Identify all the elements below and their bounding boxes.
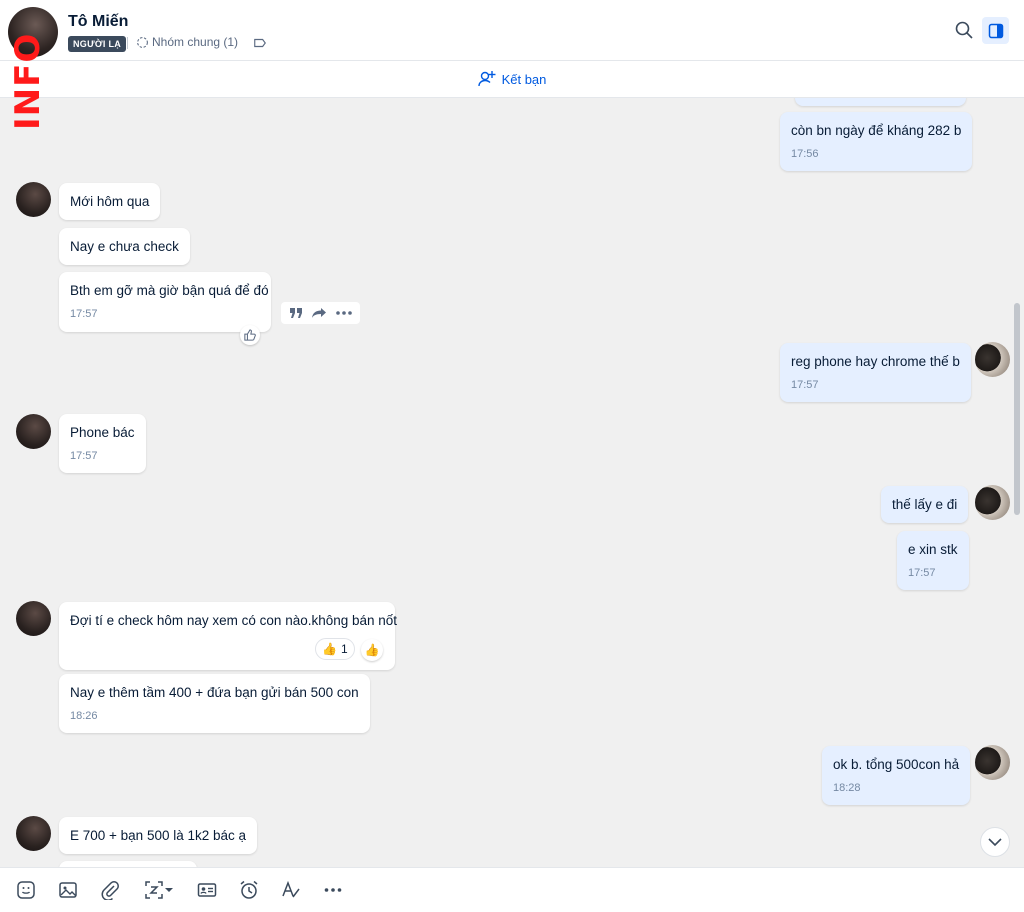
message-text: Nay e chưa check bbox=[70, 239, 179, 254]
message-time: 18:28 bbox=[833, 782, 861, 794]
message-hover-actions bbox=[281, 302, 360, 324]
watermark: INFO bbox=[8, 32, 48, 130]
thumbs-up-emoji-icon: 👍 bbox=[322, 642, 337, 656]
message-bubble-incoming[interactable]: Mới hôm qua bbox=[59, 183, 161, 220]
message-text: Đợi tí e check hôm nay xem có con nào.kh… bbox=[70, 613, 398, 628]
sender-avatar[interactable] bbox=[16, 414, 51, 449]
message-text: còn bn ngày để kháng 282 b bbox=[791, 123, 962, 138]
text-format-icon bbox=[282, 880, 300, 898]
add-friend-label: Kết bạn bbox=[501, 71, 547, 87]
more-options-icon[interactable] bbox=[336, 311, 352, 315]
contact-card-icon bbox=[197, 883, 217, 897]
message-bubble-incoming[interactable]: Nay e thêm tầm 400 + đứa bạn gửi bán 500… bbox=[59, 674, 370, 733]
caret-down-icon bbox=[165, 888, 173, 892]
forward-icon[interactable] bbox=[311, 307, 327, 319]
chevron-down-icon bbox=[988, 837, 1002, 846]
group-icon bbox=[137, 36, 148, 48]
add-friend-icon bbox=[477, 71, 496, 87]
message-text: e xin stk bbox=[908, 542, 958, 557]
attach-file-button[interactable] bbox=[98, 878, 122, 902]
send-contact-card-button[interactable] bbox=[195, 878, 219, 902]
message-time: 17:57 bbox=[908, 567, 936, 579]
my-avatar[interactable] bbox=[975, 745, 1010, 780]
message-time: 17:57 bbox=[70, 450, 98, 462]
message-time: 17:57 bbox=[70, 308, 98, 320]
sender-avatar[interactable] bbox=[16, 182, 51, 217]
message-bubble-incoming[interactable]: Bth em gỡ mà giờ bận quá để đó 17:57 bbox=[59, 272, 271, 332]
message-bubble-incoming[interactable]: Phone bác 17:57 bbox=[59, 414, 146, 473]
message-bubble-outgoing[interactable]: thế lấy e đi bbox=[881, 486, 969, 523]
message-text: ok b. tổng 500con hả bbox=[833, 757, 960, 772]
message-text: Nay e thêm tầm 400 + đứa bạn gửi bán 500… bbox=[70, 685, 359, 700]
message-list[interactable]: còn bn ngày để kháng 282 b 17:56 Mới hôm… bbox=[0, 98, 1024, 867]
search-icon[interactable] bbox=[954, 20, 974, 40]
alarm-clock-icon bbox=[240, 880, 258, 899]
contact-name[interactable]: Tô Miến bbox=[68, 13, 128, 31]
message-bubble-outgoing[interactable]: ok b. tổng 500con hả 18:28 bbox=[822, 746, 971, 805]
sender-avatar[interactable] bbox=[16, 816, 51, 851]
thumbs-up-emoji-icon: 👍 bbox=[364, 643, 380, 657]
more-options-icon bbox=[324, 888, 342, 892]
sticker-icon bbox=[17, 881, 35, 899]
common-groups-link[interactable]: Nhóm chung (1) bbox=[136, 35, 238, 49]
header-divider bbox=[127, 37, 128, 49]
message-text: Mới hôm qua bbox=[70, 194, 150, 209]
message-bubble-incoming[interactable]: Nay e chưa check bbox=[59, 228, 190, 265]
quote-icon[interactable] bbox=[289, 307, 303, 319]
sticker-button[interactable] bbox=[14, 878, 38, 902]
message-bubble-outgoing[interactable]: reg phone hay chrome thế b 17:57 bbox=[780, 343, 971, 402]
tag-icon[interactable] bbox=[253, 36, 267, 50]
scrollbar[interactable] bbox=[1014, 303, 1020, 515]
reaction-count: 1 bbox=[340, 642, 348, 656]
message-text: thế lấy e đi bbox=[892, 497, 958, 512]
chat-header: INFO Tô Miến NGƯỜI LẠ Nhóm chung (1) bbox=[0, 0, 1024, 130]
my-avatar[interactable] bbox=[975, 485, 1010, 520]
my-avatar[interactable] bbox=[975, 342, 1010, 377]
screenshot-icon bbox=[145, 881, 163, 899]
message-time: 18:26 bbox=[70, 710, 98, 722]
message-text: Bth em gỡ mà giờ bận quá để đó bbox=[70, 283, 269, 298]
like-reaction-button[interactable] bbox=[240, 325, 260, 345]
common-groups-label: Nhóm chung (1) bbox=[152, 35, 239, 49]
stranger-badge: NGƯỜI LẠ bbox=[68, 36, 127, 52]
image-button[interactable] bbox=[56, 878, 80, 902]
message-bubble-incoming[interactable]: E 700 + bạn 500 là 1k2 bác ạ bbox=[59, 817, 258, 854]
screenshot-button[interactable] bbox=[140, 878, 178, 902]
composer-toolbar bbox=[0, 867, 1024, 912]
toggle-info-panel-button[interactable] bbox=[982, 17, 1009, 44]
reaction-count-badge[interactable]: 👍 1 bbox=[315, 638, 355, 660]
paperclip-icon bbox=[101, 881, 119, 900]
scroll-to-bottom-button[interactable] bbox=[980, 827, 1010, 857]
text-format-button[interactable] bbox=[279, 878, 303, 902]
image-icon bbox=[59, 882, 77, 898]
thumbs-up-icon bbox=[244, 329, 256, 341]
reminder-button[interactable] bbox=[237, 878, 261, 902]
like-reaction-button[interactable]: 👍 bbox=[361, 639, 383, 661]
message-bubble-outgoing[interactable]: e xin stk 17:57 bbox=[897, 531, 969, 590]
message-time: 17:57 bbox=[791, 379, 819, 391]
add-friend-bar[interactable]: Kết bạn bbox=[0, 61, 1024, 98]
message-bubble-outgoing[interactable] bbox=[795, 98, 966, 106]
more-actions-button[interactable] bbox=[321, 878, 345, 902]
sidebar-icon bbox=[988, 23, 1003, 38]
message-text: reg phone hay chrome thế b bbox=[791, 354, 960, 369]
sender-avatar[interactable] bbox=[16, 601, 51, 636]
message-text: E 700 + bạn 500 là 1k2 bác ạ bbox=[70, 828, 247, 843]
message-text: Phone bác bbox=[70, 425, 135, 440]
message-time: 17:56 bbox=[791, 148, 819, 160]
message-bubble-outgoing[interactable]: còn bn ngày để kháng 282 b 17:56 bbox=[780, 112, 973, 171]
